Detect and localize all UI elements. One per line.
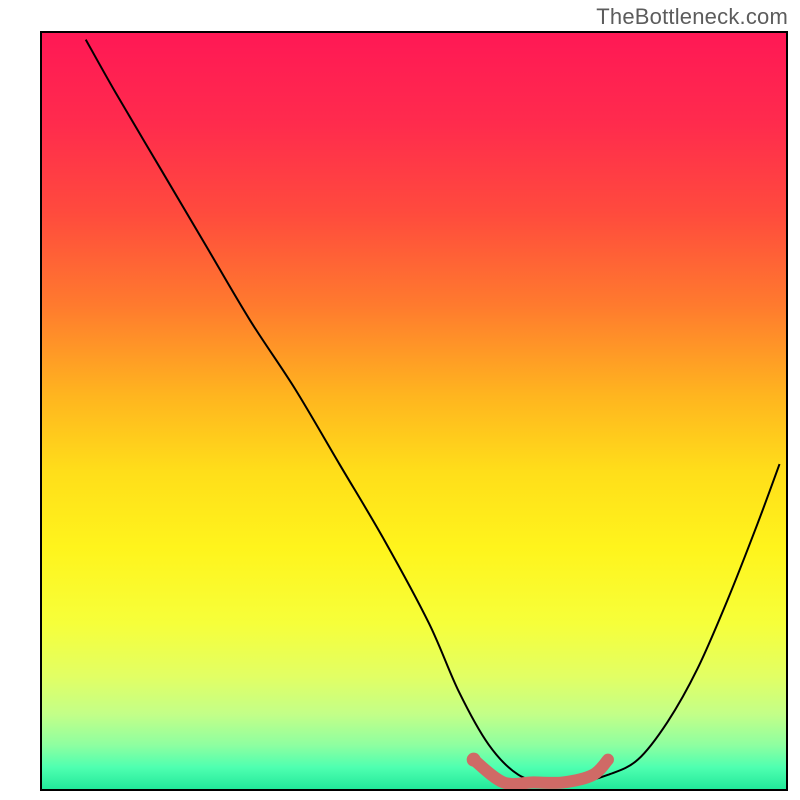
green-zone-marker-dot <box>467 753 481 767</box>
watermark-text: TheBottleneck.com <box>596 4 788 30</box>
plot-background <box>41 32 787 790</box>
chart-stage: TheBottleneck.com <box>0 0 800 800</box>
chart-svg <box>0 0 800 800</box>
